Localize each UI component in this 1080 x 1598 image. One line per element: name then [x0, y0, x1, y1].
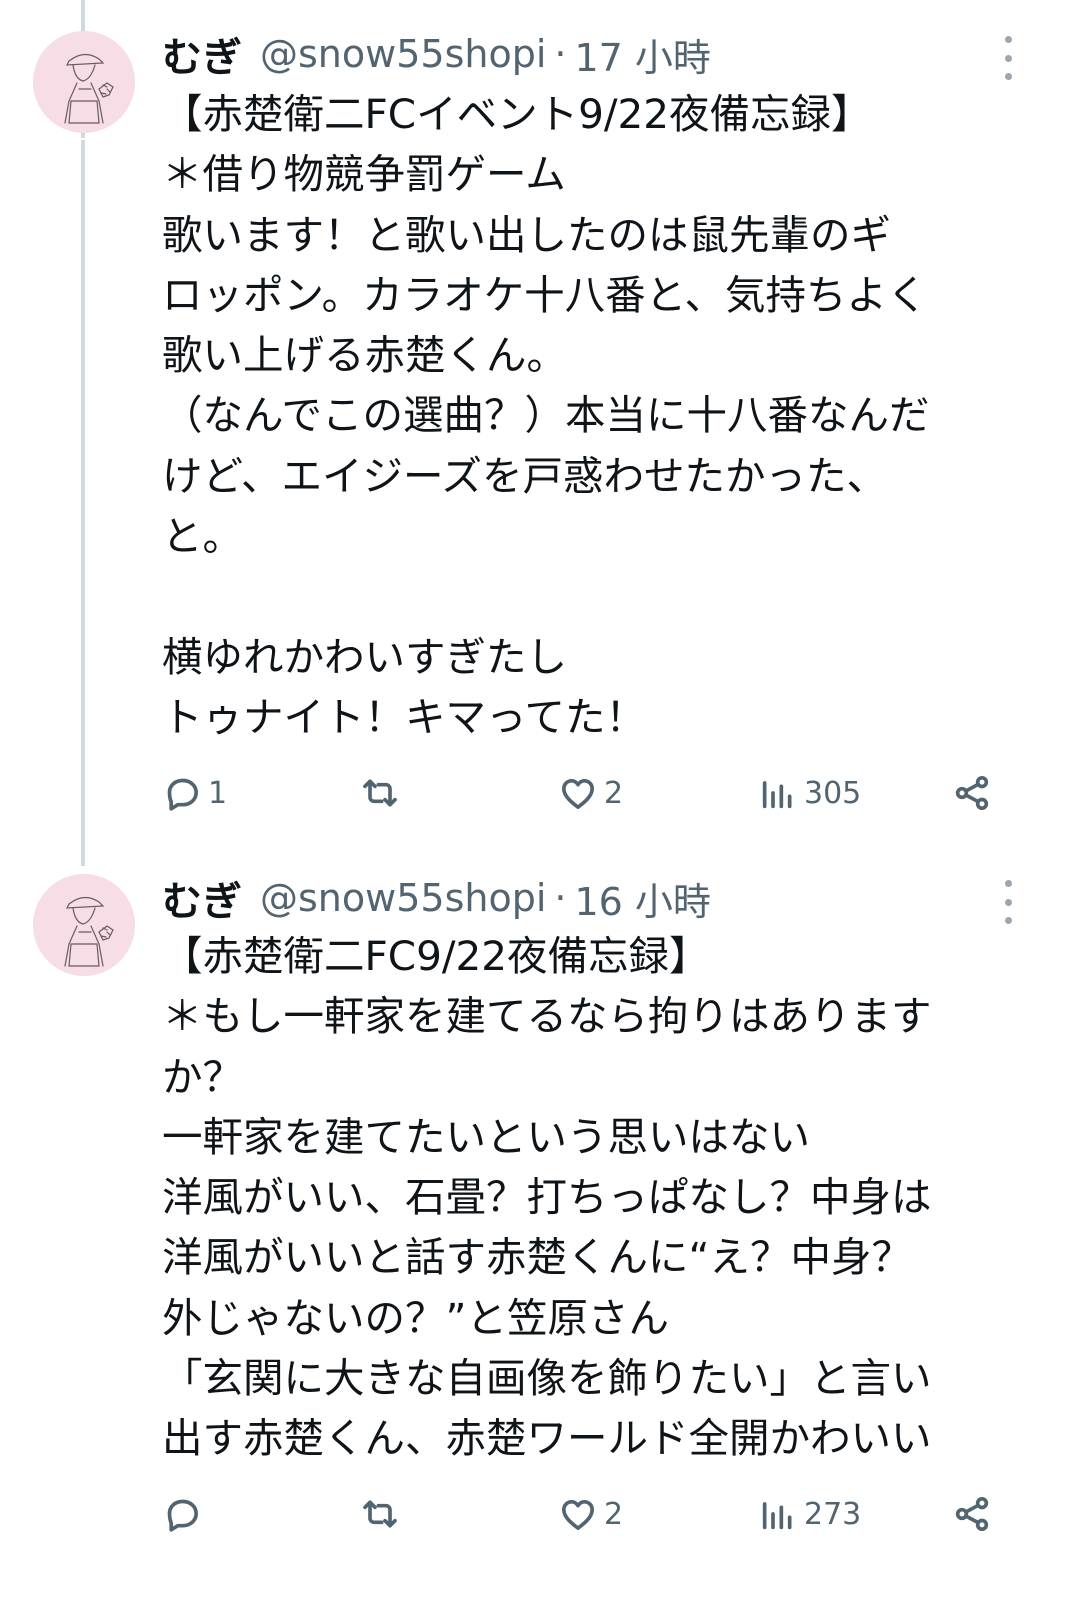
- separator-dot: ·: [554, 876, 567, 920]
- display-name[interactable]: むぎ: [162, 869, 242, 927]
- reply-count: 1: [208, 775, 228, 811]
- tweet-text-line: 歌います！と歌い出したのは鼠先輩のギ: [162, 210, 891, 259]
- tweet-text: 【赤楚衛二FCイベント9/22夜備忘録】 ＊借り物競争罰ゲーム 歌います！と歌い…: [162, 84, 1042, 747]
- repost-icon: [363, 779, 397, 807]
- tweet-text-line: 【赤楚衛二FC9/22夜備忘録】: [162, 932, 710, 980]
- separator-dot: ·: [554, 32, 567, 76]
- tweet-text-line: [162, 566, 1042, 626]
- views-icon: [762, 1502, 792, 1530]
- share-button[interactable]: [952, 1486, 992, 1542]
- tweet-actions: 1 2 305: [162, 765, 1012, 821]
- tweet-text-line: 外じゃないの？”と笠原さん: [162, 1293, 669, 1342]
- tweet-text-line: か？: [162, 1052, 243, 1101]
- tweet-header: むぎ @snow55shopi · 16 小時: [162, 868, 711, 928]
- avatar[interactable]: [33, 874, 135, 976]
- views-count: 273: [804, 1496, 862, 1532]
- views-button[interactable]: 273: [758, 1486, 861, 1542]
- views-button[interactable]: 305: [758, 765, 861, 821]
- timestamp[interactable]: 17 小時: [574, 27, 710, 82]
- tweet-text-line: 一軒家を建てたいという思いはない: [162, 1112, 810, 1161]
- heart-icon: [562, 1500, 594, 1530]
- like-count: 2: [604, 1496, 624, 1532]
- tweet-text-line: ロッポン。カラオケ十八番と、気持ちよく: [162, 270, 928, 319]
- views-count: 305: [804, 775, 862, 811]
- timestamp[interactable]: 16 小時: [574, 871, 710, 926]
- avatar-illustration-icon: [64, 896, 114, 967]
- views-icon: [762, 781, 792, 809]
- tweet-text-line: （なんでこの選曲？）本当に十八番なんだ: [162, 391, 930, 440]
- tweet-text-line: と。: [162, 512, 243, 561]
- share-icon: [955, 776, 989, 810]
- more-icon[interactable]: [990, 36, 1026, 80]
- tweet-text-line: 洋風がいいと話す赤楚くんに“え？中身？: [162, 1233, 912, 1282]
- tweet-text-line: ＊もし一軒家を建てるなら拘りはあります: [162, 992, 932, 1041]
- tweet-header: むぎ @snow55shopi · 17 小時: [162, 24, 711, 84]
- tweet-text-line: 出す赤楚くん、赤楚ワールド全開かわいい: [162, 1414, 932, 1463]
- share-icon: [955, 1497, 989, 1531]
- tweet-text-line: 横ゆれかわいすぎたし: [162, 632, 567, 681]
- user-handle[interactable]: @snow55shopi: [260, 32, 546, 76]
- repost-button[interactable]: [360, 765, 406, 821]
- heart-icon: [562, 779, 594, 809]
- reply-button[interactable]: [162, 1486, 208, 1542]
- avatar-illustration-icon: [64, 53, 114, 124]
- tweet[interactable]: むぎ @snow55shopi · 17 小時 【赤楚衛二FCイベント9/22夜…: [0, 0, 1080, 860]
- repost-icon: [363, 1500, 397, 1528]
- share-button[interactable]: [952, 765, 992, 821]
- reply-button[interactable]: 1: [162, 765, 227, 821]
- tweet-text-line: けど、エイジーズを戸惑わせたかった、: [162, 451, 887, 500]
- avatar[interactable]: [33, 31, 135, 133]
- reply-icon: [167, 778, 199, 811]
- tweet-text-line: 【赤楚衛二FCイベント9/22夜備忘録】: [162, 90, 872, 138]
- reply-icon: [167, 1499, 199, 1532]
- user-handle[interactable]: @snow55shopi: [260, 876, 546, 920]
- display-name[interactable]: むぎ: [162, 25, 242, 83]
- tweet-actions: 2 273: [162, 1486, 1012, 1542]
- more-icon[interactable]: [990, 880, 1026, 924]
- tweet-text: 【赤楚衛二FC9/22夜備忘録】 ＊もし一軒家を建てるなら拘りはあります か？ …: [162, 926, 1042, 1469]
- tweet-text-line: 歌い上げる赤楚くん。: [162, 331, 567, 380]
- like-button[interactable]: 2: [558, 1486, 623, 1542]
- tweet[interactable]: むぎ @snow55shopi · 16 小時 【赤楚衛二FC9/22夜備忘録】…: [0, 860, 1080, 1598]
- tweet-text-line: 洋風がいい、石畳？打ちっぱなし？中身は: [162, 1173, 932, 1222]
- like-button[interactable]: 2: [558, 765, 623, 821]
- tweet-text-line: ＊借り物競争罰ゲーム: [162, 150, 566, 199]
- repost-button[interactable]: [360, 1486, 406, 1542]
- tweet-text-line: トゥナイト！キマってた！: [162, 692, 646, 741]
- tweet-text-line: 「玄関に大きな自画像を飾りたい」と言い: [162, 1354, 932, 1403]
- like-count: 2: [604, 775, 624, 811]
